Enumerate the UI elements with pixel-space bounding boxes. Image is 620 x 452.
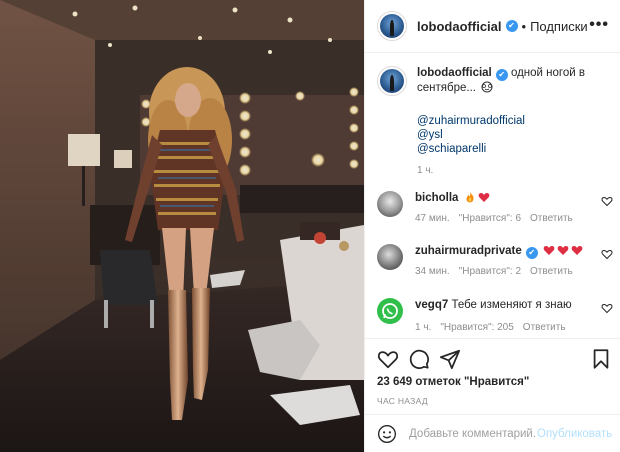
verified-badge-icon: ✔ [495,69,508,81]
comment-timestamp[interactable]: 47 мин. [415,213,450,224]
red-heart-emoji-icon [543,246,555,255]
comment-item: zuhairmuradprivate ✔ 34 мин. "Нравится": … [377,244,613,277]
comment-meta: 1 ч. "Нравится": 205 Ответить [415,322,590,333]
fire-emoji-icon [466,192,474,203]
comment-input[interactable] [409,427,537,440]
bookmark-icon[interactable] [590,348,612,370]
post-caption: lobodaofficial ✔ одной ногой в сентябре..… [377,66,613,176]
heart-icon[interactable] [377,348,399,370]
post-side-panel: lobodaofficial ✔ • Подписки ••• lobodaof… [364,0,620,452]
mention-link-ysl[interactable]: @ysl [417,128,613,142]
caption-author-avatar[interactable] [377,66,407,96]
see-no-evil-monkey-icon [481,81,493,93]
caption-timestamp[interactable]: 1 ч. [417,165,613,176]
mention-link-zuhairmurad[interactable]: @zuhairmuradofficial [417,114,613,128]
post-header: lobodaofficial ✔ • Подписки ••• [365,0,620,53]
header-separator: • [521,18,527,34]
commenter-username[interactable]: zuhairmuradprivate [415,245,522,257]
comment-like-heart-icon[interactable] [601,302,613,314]
whatsapp-logo-icon [382,303,398,319]
caption-body: lobodaofficial ✔ одной ногой в сентябре..… [417,66,607,96]
comment-like-heart-icon[interactable] [601,195,613,207]
comment-icon[interactable] [408,348,430,370]
comment-likes-count[interactable]: "Нравится": 6 [459,213,521,224]
mention-link-schiaparelli[interactable]: @schiaparelli [417,142,613,156]
commenter-avatar[interactable] [377,191,403,217]
reply-button[interactable]: Ответить [523,322,566,333]
commenter-username[interactable]: vegq7 [415,299,448,311]
post-action-bar [365,338,620,380]
comment-like-heart-icon[interactable] [601,248,613,260]
post-age[interactable]: ЧАС НАЗАД [377,396,428,406]
share-icon[interactable] [439,348,461,370]
emoji-picker-icon[interactable] [377,424,397,444]
comment-text: vegq7 Тебе изменяют я знаю [415,298,590,313]
commenter-avatar[interactable] [377,244,403,270]
author-username[interactable]: lobodaofficial [417,19,502,34]
following-button[interactable]: Подписки [530,19,588,34]
caption-mentions: @zuhairmuradofficial @ysl @schiaparelli [417,114,613,156]
comment-timestamp[interactable]: 1 ч. [415,322,431,333]
likes-count[interactable]: 23 649 отметок "Нравится" [377,376,529,388]
commenter-username[interactable]: bicholla [415,192,458,204]
comment-timestamp[interactable]: 34 мин. [415,266,450,277]
comment-likes-count[interactable]: "Нравится": 205 [440,322,513,333]
comment-meta: 34 мин. "Нравится": 2 Ответить [415,266,590,277]
caption-author-username[interactable]: lobodaofficial [417,67,492,79]
publish-button[interactable]: Опубликовать [537,428,612,440]
verified-badge-icon: ✔ [505,20,518,32]
verified-badge-icon: ✔ [525,247,538,259]
red-heart-emoji-icon [571,246,583,255]
more-options-icon[interactable]: ••• [589,17,609,33]
commenter-avatar[interactable] [377,298,403,324]
comment-item: bicholla 47 мин. "Нравится": 6 Ответить [377,191,613,224]
add-comment-bar: Опубликовать [365,414,620,452]
reply-button[interactable]: Ответить [530,266,573,277]
red-heart-emoji-icon [557,246,569,255]
author-avatar[interactable] [377,11,407,41]
red-heart-emoji-icon [478,193,489,202]
comment-text: zuhairmuradprivate ✔ [415,244,590,259]
comment-item: vegq7 Тебе изменяют я знаю 1 ч. "Нравитс… [377,298,613,333]
comment-meta: 47 мин. "Нравится": 6 Ответить [415,213,590,224]
comment-text: bicholla [415,191,590,206]
comment-likes-count[interactable]: "Нравится": 2 [459,266,521,277]
post-photo[interactable] [0,0,364,452]
comment-body-text: Тебе изменяют я знаю [451,299,572,311]
backstage-photo-illustration [0,0,364,452]
reply-button[interactable]: Ответить [530,213,573,224]
